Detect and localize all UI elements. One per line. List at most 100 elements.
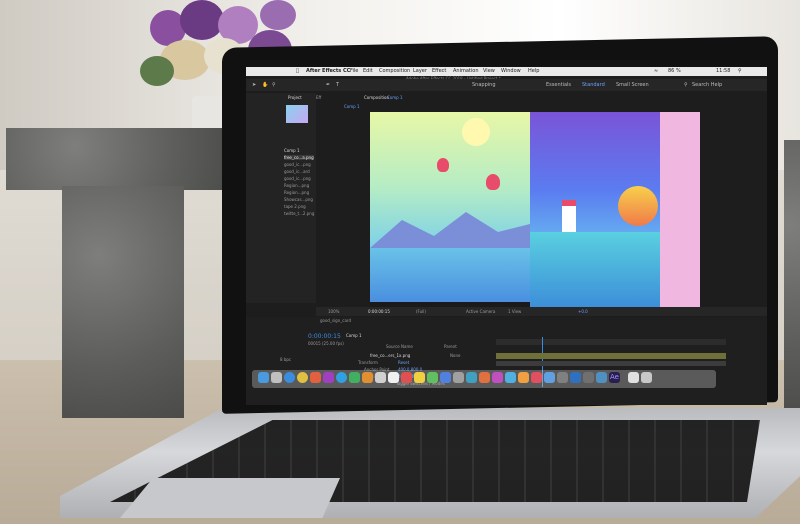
app-icon[interactable] <box>323 372 334 383</box>
menu-window[interactable]: Window <box>501 68 521 74</box>
menu-animation[interactable]: Animation <box>453 68 479 74</box>
timeline-ruler[interactable] <box>496 339 726 345</box>
project-item[interactable]: tape 2.png <box>284 204 306 209</box>
finder-icon[interactable] <box>258 372 269 383</box>
project-item[interactable]: free_co...a.png <box>284 155 314 160</box>
workspace-essentials[interactable]: Essentials <box>546 82 571 88</box>
project-panel: Project Eff Comp 1 free_co...a.png good_… <box>246 93 321 303</box>
tab-effects[interactable]: Eff <box>316 95 321 100</box>
app-icon[interactable] <box>440 372 451 383</box>
timeline-timecode[interactable]: 0:00:00:15 <box>308 333 341 340</box>
snapping-label[interactable]: Snapping <box>472 82 496 88</box>
timeline-tab-project[interactable]: good_sign_card <box>320 318 351 323</box>
search-help-input[interactable]: Search Help <box>692 82 722 88</box>
reset-link[interactable]: Reset <box>398 360 409 365</box>
exposure-value[interactable]: +0.0 <box>578 309 588 314</box>
apple-icon[interactable]:  <box>296 68 299 74</box>
clock[interactable]: 11:58 <box>716 68 730 74</box>
pen-tool-icon[interactable]: ✒ <box>326 82 330 88</box>
menu-layer[interactable]: Layer <box>413 68 427 74</box>
project-item[interactable]: good_ic...png <box>284 162 311 167</box>
menu-app-name[interactable]: After Effects CC <box>306 68 350 74</box>
project-item-comp[interactable]: Comp 1 <box>284 148 300 153</box>
composition-tab[interactable]: Composition <box>364 95 389 100</box>
hot-air-balloon <box>486 174 500 190</box>
resolution-select[interactable]: (Full) <box>416 309 426 314</box>
layer-name[interactable]: free_co...ers_1x.png <box>370 353 410 358</box>
app-icon[interactable] <box>596 372 607 383</box>
hot-air-balloon <box>437 158 449 172</box>
app-icon[interactable] <box>544 372 555 383</box>
launchpad-icon[interactable] <box>271 372 282 383</box>
app-icon[interactable] <box>310 372 321 383</box>
tab-project[interactable]: Project <box>288 95 302 100</box>
layer-track-bar[interactable] <box>496 361 726 366</box>
composition-name[interactable]: Comp 1 <box>387 95 403 100</box>
zoom-level[interactable]: 100% <box>328 309 339 314</box>
chrome-icon[interactable] <box>297 372 308 383</box>
app-icon[interactable] <box>375 372 386 383</box>
layer-track-bar[interactable] <box>496 353 726 359</box>
parent-select[interactable]: None <box>450 353 460 358</box>
search-help-icon[interactable]: ⚲ <box>684 82 688 88</box>
app-icon[interactable] <box>349 372 360 383</box>
app-icon[interactable] <box>492 372 503 383</box>
trash-icon[interactable] <box>641 372 652 383</box>
menu-edit[interactable]: Edit <box>363 68 373 74</box>
selection-tool-icon[interactable]: ➤ <box>252 82 256 88</box>
battery-text[interactable]: 86 % <box>668 68 681 74</box>
app-icon[interactable] <box>427 372 438 383</box>
app-icon[interactable] <box>557 372 568 383</box>
project-item[interactable]: Region...png <box>284 183 309 188</box>
app-icon[interactable] <box>583 372 594 383</box>
views-select[interactable]: 1 View <box>508 309 521 314</box>
timeline-panel: good_sign_card Comp 1 0:00:00:15 00015 (… <box>246 317 767 405</box>
timeline-comp-tab[interactable]: Comp 1 <box>346 333 362 338</box>
app-icon[interactable] <box>401 372 412 383</box>
app-icon[interactable] <box>531 372 542 383</box>
comp-subtab[interactable]: Comp 1 <box>344 104 360 109</box>
app-icon[interactable] <box>362 372 373 383</box>
workspace-small-screen[interactable]: Small Screen <box>616 82 649 88</box>
after-effects-icon[interactable]: Ae <box>609 372 620 383</box>
menu-composition[interactable]: Composition <box>379 68 410 74</box>
workspace-standard[interactable]: Standard <box>582 82 605 88</box>
mountains <box>370 212 530 248</box>
menu-file[interactable]: File <box>350 68 358 74</box>
app-icon[interactable] <box>466 372 477 383</box>
project-item[interactable]: Showcas...png <box>284 197 313 202</box>
app-icon[interactable] <box>628 372 639 383</box>
app-icon[interactable] <box>570 372 581 383</box>
artwork-balloon-scene <box>370 112 530 302</box>
app-icon[interactable] <box>479 372 490 383</box>
lake <box>370 248 530 302</box>
app-icon[interactable] <box>518 372 529 383</box>
app-icon[interactable] <box>453 372 464 383</box>
app-icon[interactable] <box>414 372 425 383</box>
menu-help[interactable]: Help <box>528 68 539 74</box>
app-icon[interactable] <box>388 372 399 383</box>
camera-select[interactable]: Active Camera <box>466 309 495 314</box>
menu-effect[interactable]: Effect <box>432 68 446 74</box>
app-icon[interactable] <box>505 372 516 383</box>
safari-icon[interactable] <box>284 372 295 383</box>
viewer-timecode[interactable]: 0:00:00:15 <box>368 309 390 314</box>
wifi-icon[interactable]: ≈ <box>654 68 658 74</box>
transform-group[interactable]: Transform <box>358 360 378 365</box>
text-tool-icon[interactable]: T <box>336 82 339 88</box>
skype-icon[interactable] <box>336 372 347 383</box>
composition-viewer[interactable] <box>370 112 700 308</box>
sea <box>530 232 660 308</box>
bpc-label[interactable]: 8 bpc <box>280 357 291 362</box>
artwork-lighthouse-scene <box>530 112 700 308</box>
zoom-tool-icon[interactable]: ⚲ <box>272 82 276 88</box>
project-item[interactable]: twitte_t...2.png <box>284 211 314 216</box>
macos-menubar:  After Effects CC File Edit Composition… <box>246 67 767 76</box>
project-item[interactable]: good_ic...png <box>284 176 311 181</box>
laptop-trackpad <box>120 478 340 518</box>
search-icon[interactable]: ⚲ <box>738 68 742 74</box>
project-item[interactable]: Region...png <box>284 190 309 195</box>
hand-tool-icon[interactable]: ✋ <box>262 82 268 88</box>
menu-view[interactable]: View <box>483 68 495 74</box>
project-item[interactable]: good_ic...ard <box>284 169 310 174</box>
